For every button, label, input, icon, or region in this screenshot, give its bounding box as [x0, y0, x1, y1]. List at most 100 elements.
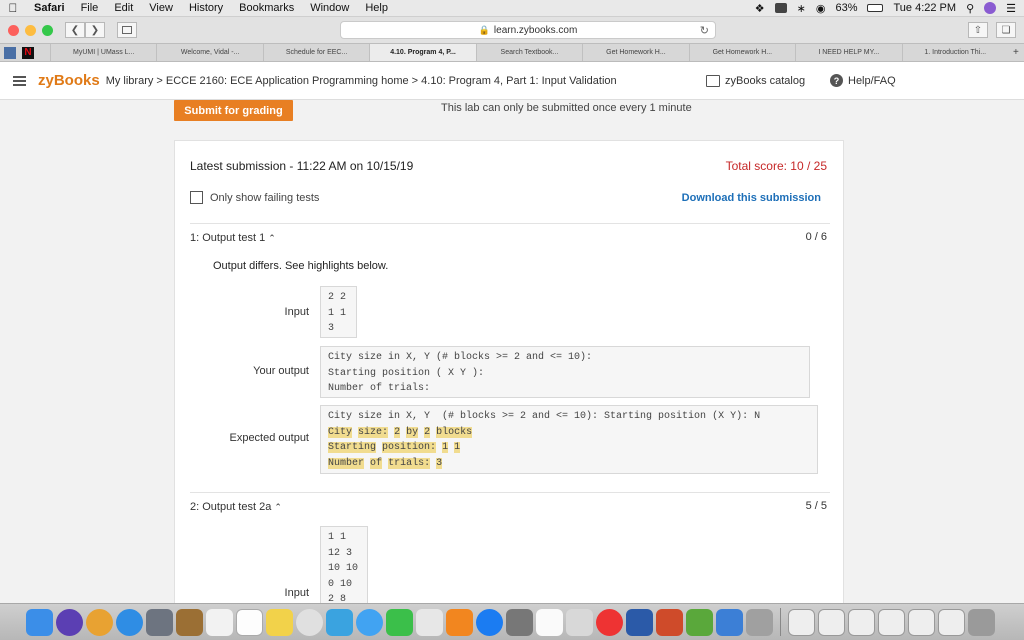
trash-icon[interactable]: [968, 608, 995, 636]
battery-icon[interactable]: [867, 4, 884, 12]
app-store-icon[interactable]: [476, 608, 503, 636]
page-content: Submit for grading This lab can only be …: [0, 100, 1024, 603]
download-submission-link[interactable]: Download this submission: [682, 192, 821, 204]
help-label: Help/FAQ: [848, 74, 896, 87]
share-button[interactable]: ⇧: [968, 22, 988, 38]
tab-search-textbook[interactable]: Search Textbook...: [475, 44, 582, 61]
menu-view[interactable]: View: [141, 2, 181, 14]
tabs-overview-button[interactable]: ❏: [996, 22, 1016, 38]
highlight: City: [328, 426, 353, 438]
minimize-window-button[interactable]: [25, 24, 36, 36]
tab-program4[interactable]: 4.10. Program 4, P...: [369, 44, 476, 61]
new-tab-button[interactable]: +: [1008, 47, 1024, 58]
document-icon[interactable]: [908, 608, 935, 636]
facetime-icon[interactable]: [386, 608, 413, 636]
breadcrumb[interactable]: My library > ECCE 2160: ECE Application …: [106, 75, 617, 87]
reminders-icon[interactable]: [266, 608, 293, 636]
document-icon[interactable]: [938, 608, 965, 636]
expected-output-label: Expected output: [229, 432, 309, 444]
display-icon[interactable]: [774, 3, 787, 13]
zoom-window-button[interactable]: [42, 24, 53, 36]
books-icon[interactable]: [446, 608, 473, 636]
menu-bookmarks[interactable]: Bookmarks: [231, 2, 302, 14]
finder-icon[interactable]: [26, 608, 53, 636]
close-window-button[interactable]: [8, 24, 19, 36]
netflix-icon[interactable]: N: [22, 46, 34, 59]
safari-icon[interactable]: [116, 608, 143, 636]
xcode-icon[interactable]: [566, 608, 593, 636]
reload-icon[interactable]: ↻: [700, 24, 709, 37]
menu-app-safari[interactable]: Safari: [26, 2, 73, 14]
spotlight-icon[interactable]: ⚲: [966, 2, 974, 15]
launchpad-icon[interactable]: [146, 608, 173, 636]
numbers-icon[interactable]: [416, 608, 443, 636]
wifi-icon[interactable]: ◉: [816, 2, 826, 15]
tab-homework-2[interactable]: Get Homework H...: [688, 44, 795, 61]
bluetooth-icon[interactable]: ∗: [797, 2, 806, 15]
notes-icon[interactable]: [206, 608, 233, 636]
menu-edit[interactable]: Edit: [106, 2, 141, 14]
input-line: 2 2: [328, 292, 347, 303]
document-icon[interactable]: [878, 608, 905, 636]
menu-help[interactable]: Help: [357, 2, 396, 14]
highlight: size:: [358, 426, 389, 438]
word-icon[interactable]: [626, 608, 653, 636]
hamburger-menu-icon[interactable]: [13, 75, 26, 86]
dropbox-icon[interactable]: ❖: [755, 2, 765, 15]
input-line: 3: [328, 323, 335, 334]
tab-homework-1[interactable]: Get Homework H...: [582, 44, 688, 61]
menu-window[interactable]: Window: [302, 2, 357, 14]
test-2-header[interactable]: 2: Output test 2a ⌃: [190, 501, 282, 513]
menu-history[interactable]: History: [181, 2, 231, 14]
address-bar[interactable]: 🔒 learn.zybooks.com ↻: [340, 21, 716, 39]
only-failing-label[interactable]: Only show failing tests: [210, 192, 319, 204]
powerpoint-icon[interactable]: [656, 608, 683, 636]
zybooks-logo[interactable]: zyBooks: [38, 72, 100, 89]
blocker-icon[interactable]: [596, 608, 623, 636]
only-failing-checkbox[interactable]: [190, 191, 203, 204]
document-icon[interactable]: [818, 608, 845, 636]
document-icon[interactable]: [788, 608, 815, 636]
pinned-tab-icon[interactable]: [4, 46, 16, 59]
forward-button[interactable]: ❯: [85, 22, 105, 38]
maps-icon[interactable]: [326, 608, 353, 636]
document-icon[interactable]: [848, 608, 875, 636]
clock[interactable]: Tue 4:22 PM: [893, 2, 956, 14]
total-score: Total score: 10 / 25: [725, 159, 827, 173]
sidebar-toggle-button[interactable]: [117, 22, 137, 38]
help-link[interactable]: ? Help/FAQ: [830, 74, 896, 87]
tab-introduction[interactable]: 1. Introduction Thi...: [901, 44, 1008, 61]
apple-logo-icon[interactable]: : [0, 1, 26, 15]
siri-icon[interactable]: [984, 2, 997, 14]
input-line: 2 8: [328, 594, 347, 603]
cloud-icon[interactable]: [686, 608, 713, 636]
question-icon: ?: [830, 74, 843, 87]
notification-center-icon[interactable]: ☰: [1006, 2, 1016, 15]
photos-icon[interactable]: [296, 608, 323, 636]
tab-schedule[interactable]: Schedule for EEC...: [262, 44, 369, 61]
downloads-app-icon[interactable]: [716, 608, 743, 636]
back-button[interactable]: ❮: [65, 22, 85, 38]
tab-need-help[interactable]: I NEED HELP MY...: [795, 44, 901, 61]
test-1-header[interactable]: 1: Output test 1 ⌃: [190, 232, 276, 244]
siri-icon[interactable]: [56, 608, 83, 636]
nav-buttons: ❮ ❯: [65, 22, 105, 38]
messages-icon[interactable]: [356, 608, 383, 636]
system-preferences-icon[interactable]: [506, 608, 533, 636]
highlight: by: [406, 426, 419, 438]
textedit-icon[interactable]: [536, 608, 563, 636]
input-line: 12 3: [328, 547, 353, 559]
lock-icon: 🔒: [478, 24, 490, 35]
macos-dock: [0, 603, 1024, 640]
calendar-icon[interactable]: [236, 608, 263, 636]
notebook-icon[interactable]: [176, 608, 203, 636]
toolbar-right: ⇧ ❏: [968, 22, 1016, 38]
catalog-link[interactable]: zyBooks catalog: [706, 74, 805, 87]
chrome-icon[interactable]: [86, 608, 113, 636]
menu-file[interactable]: File: [73, 2, 107, 14]
preview-icon[interactable]: [746, 608, 773, 636]
tab-welcome[interactable]: Welcome, Vidal -...: [156, 44, 262, 61]
submission-limit-note: This lab can only be submitted once ever…: [441, 102, 692, 114]
submit-for-grading-button[interactable]: Submit for grading: [174, 100, 293, 121]
tab-umass[interactable]: MyUMI | UMass L...: [50, 44, 156, 61]
